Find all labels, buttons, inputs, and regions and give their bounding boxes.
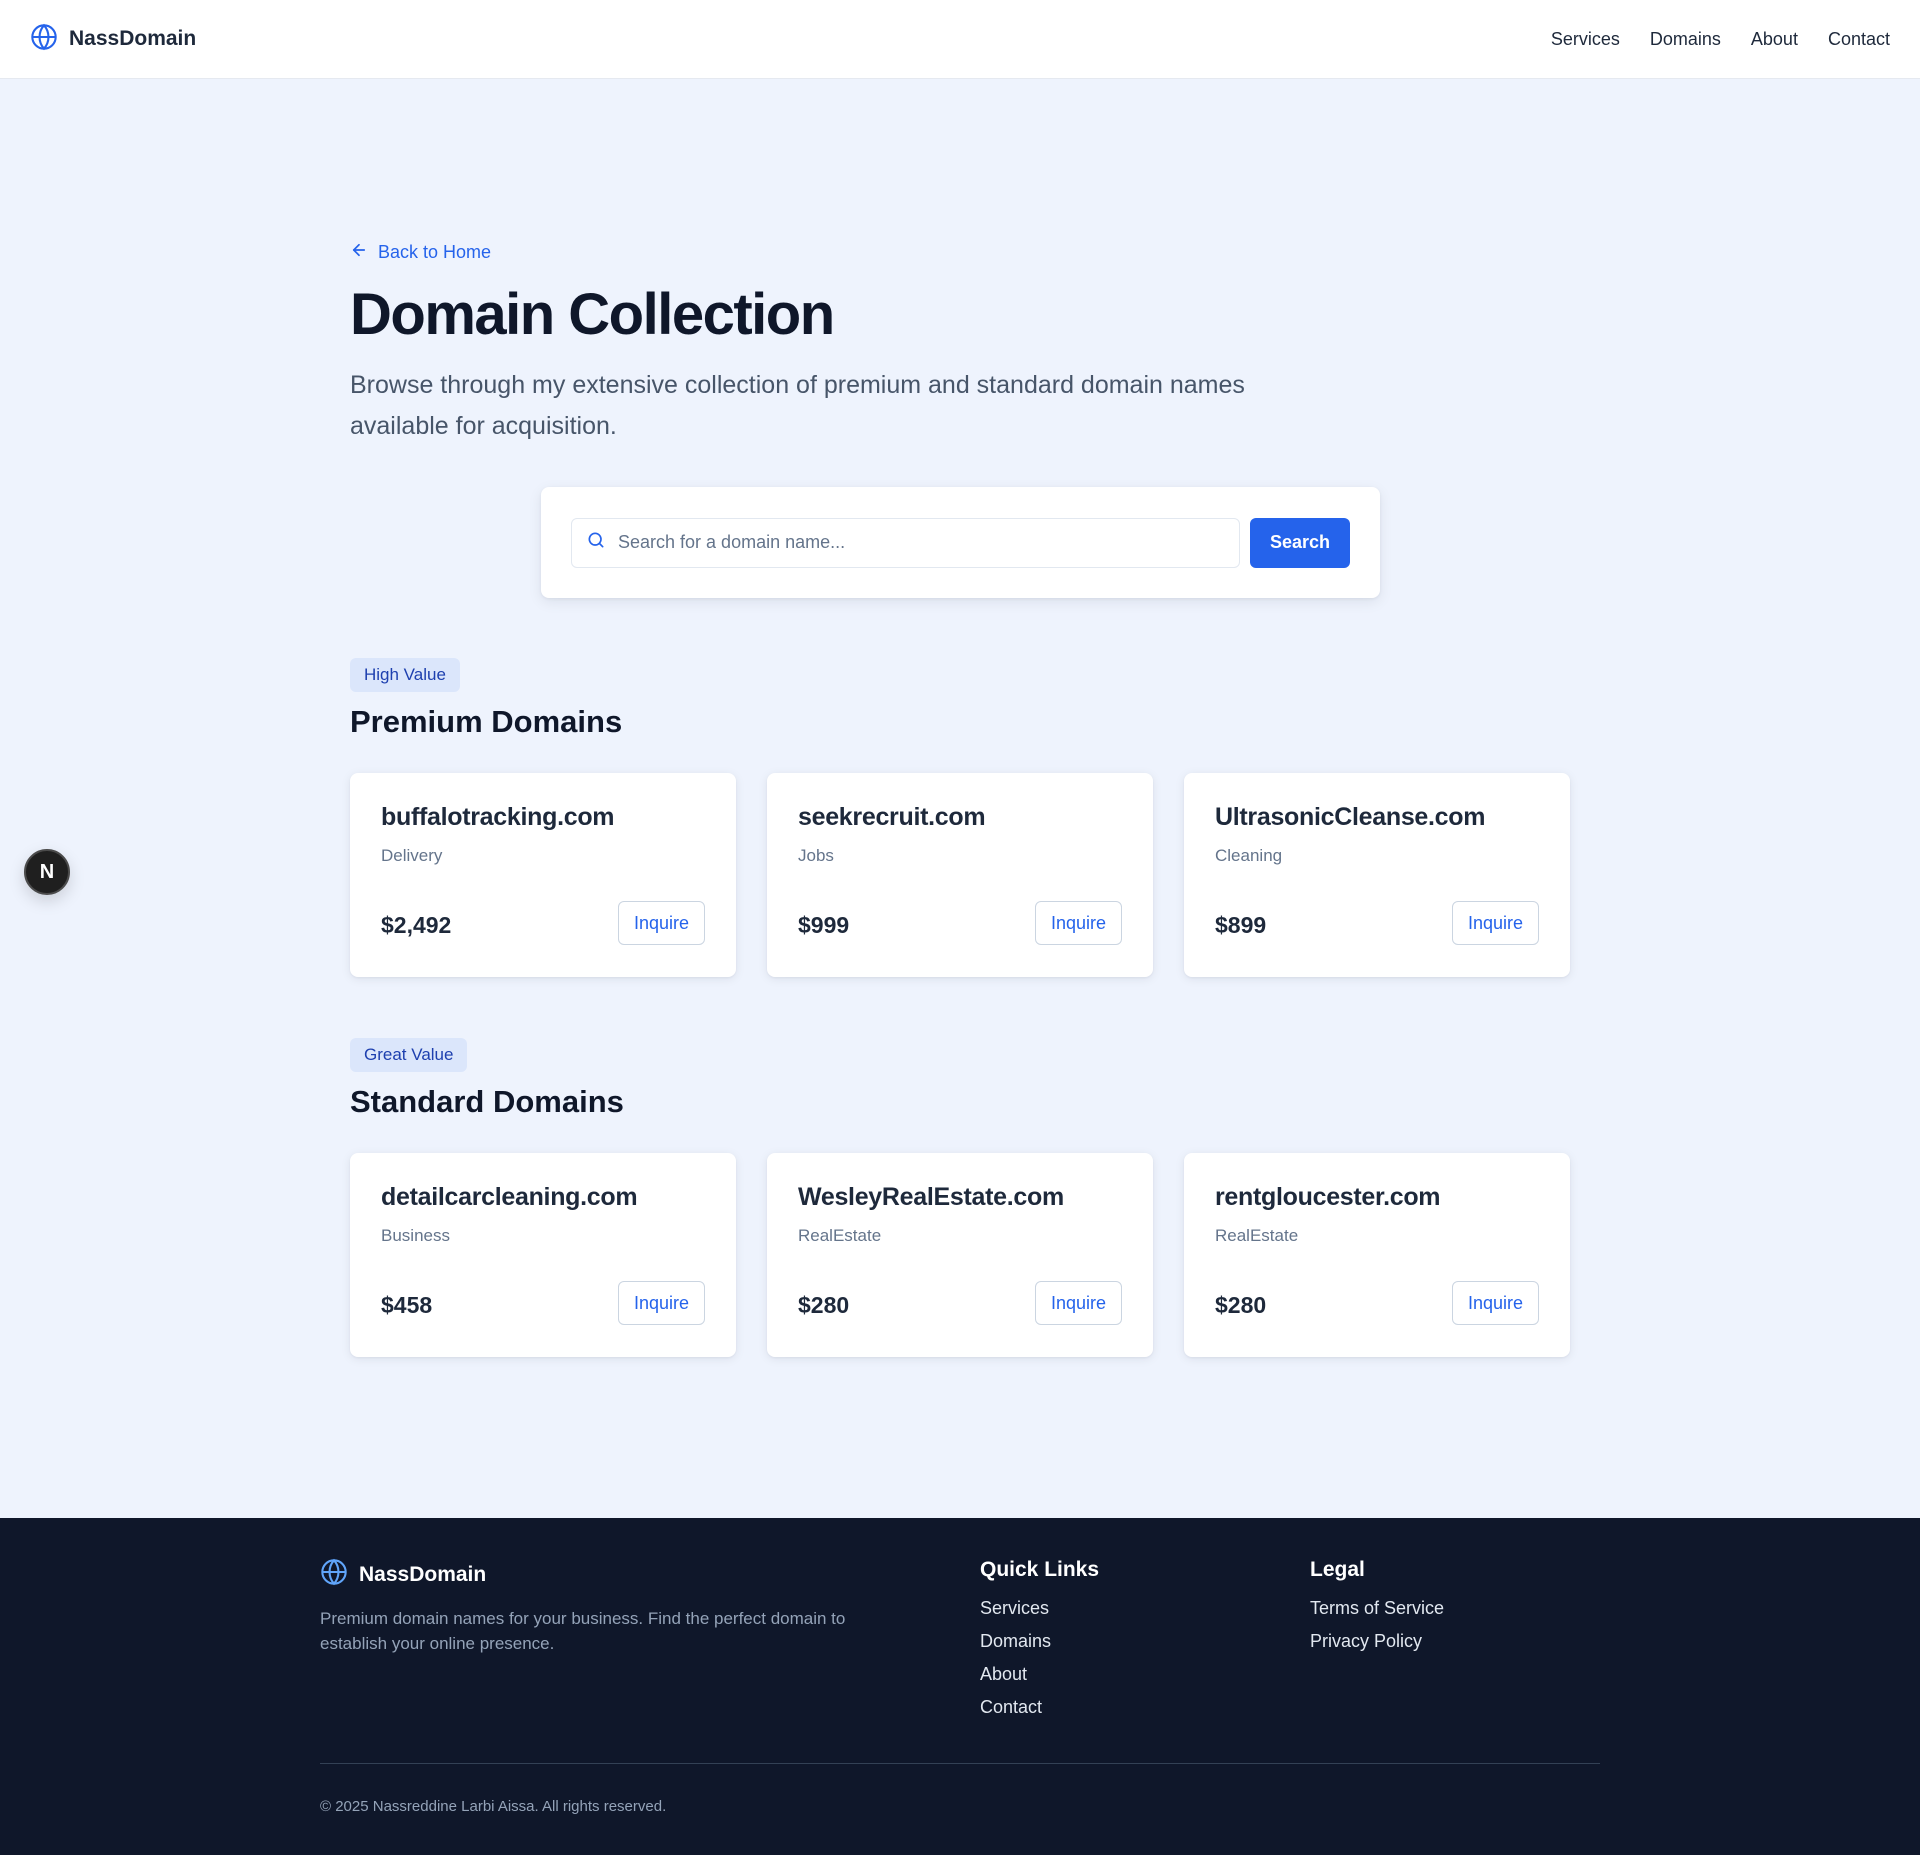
globe-icon: [320, 1558, 348, 1591]
footer-link-domains[interactable]: Domains: [980, 1631, 1099, 1652]
page-title: Domain Collection: [350, 282, 835, 347]
search-card: Search: [541, 487, 1380, 598]
brand[interactable]: NassDomain: [30, 23, 196, 56]
brand-name: NassDomain: [69, 27, 197, 50]
footer-link-about[interactable]: About: [980, 1664, 1099, 1685]
domain-price: $280: [798, 1292, 850, 1318]
inquire-button[interactable]: Inquire: [1451, 901, 1539, 945]
domain-name: UltrasonicCleanse.com: [1215, 803, 1486, 831]
premium-cards: buffalotracking.com Delivery $2,492 Inqu…: [350, 773, 1570, 977]
domain-card: detailcarcleaning.com Business $458 Inqu…: [350, 1153, 736, 1357]
standard-cards: detailcarcleaning.com Business $458 Inqu…: [350, 1153, 1570, 1357]
standard-title: Standard Domains: [350, 1084, 624, 1119]
inquire-button[interactable]: Inquire: [1034, 901, 1122, 945]
nav-domains[interactable]: Domains: [1650, 29, 1721, 50]
domain-card: buffalotracking.com Delivery $2,492 Inqu…: [350, 773, 736, 977]
back-link-label: Back to Home: [378, 242, 492, 262]
domain-price: $999: [798, 912, 850, 938]
quick-links-title: Quick Links: [980, 1558, 1100, 1581]
domain-name: WesleyRealEstate.com: [798, 1183, 1064, 1211]
footer-divider: [320, 1763, 1600, 1764]
domain-name: buffalotracking.com: [381, 803, 615, 831]
inquire-button[interactable]: Inquire: [617, 901, 705, 945]
domain-name: seekrecruit.com: [798, 803, 986, 831]
arrow-left-icon: [350, 241, 368, 264]
footer-legal: Legal Terms of Service Privacy Policy: [1310, 1558, 1444, 1664]
domain-card: WesleyRealEstate.com RealEstate $280 Inq…: [767, 1153, 1153, 1357]
premium-title: Premium Domains: [350, 704, 623, 739]
inquire-button[interactable]: Inquire: [1034, 1281, 1122, 1325]
domain-category: Business: [381, 1226, 450, 1245]
domain-price: $2,492: [381, 912, 452, 938]
premium-badge: High Value: [350, 658, 460, 692]
footer-brand-name: NassDomain: [359, 1562, 487, 1586]
standard-section: Great Value Standard Domains detailcarcl…: [350, 1038, 1570, 1357]
domain-card: rentgloucester.com RealEstate $280 Inqui…: [1184, 1153, 1570, 1357]
domain-category: RealEstate: [1215, 1226, 1299, 1245]
domain-category: Cleaning: [1215, 846, 1283, 865]
domain-name: detailcarcleaning.com: [381, 1183, 638, 1211]
footer-brand[interactable]: NassDomain: [320, 1558, 486, 1591]
floating-n-button[interactable]: N: [24, 849, 70, 895]
footer-quick-links: Quick Links Services Domains About Conta…: [980, 1558, 1099, 1730]
footer-link-terms[interactable]: Terms of Service: [1310, 1598, 1444, 1619]
domain-card: UltrasonicCleanse.com Cleaning $899 Inqu…: [1184, 773, 1570, 977]
domain-card: seekrecruit.com Jobs $999 Inquire: [767, 773, 1153, 977]
back-to-home-link[interactable]: Back to Home: [350, 241, 491, 264]
inquire-button[interactable]: Inquire: [1451, 1281, 1539, 1325]
inquire-button[interactable]: Inquire: [617, 1281, 705, 1325]
standard-badge: Great Value: [350, 1038, 468, 1072]
globe-icon: [30, 23, 58, 56]
site-header: NassDomain Services Domains About Contac…: [0, 0, 1920, 79]
copyright: © 2025 Nassreddine Larbi Aissa. All righ…: [320, 1798, 667, 1815]
footer-link-services[interactable]: Services: [980, 1598, 1099, 1619]
domain-price: $458: [381, 1292, 433, 1318]
legal-title: Legal: [1310, 1558, 1365, 1581]
domain-price: $280: [1215, 1292, 1267, 1318]
domain-category: RealEstate: [798, 1226, 882, 1245]
domain-category: Jobs: [798, 846, 834, 865]
nav-about[interactable]: About: [1751, 29, 1798, 50]
footer-link-privacy[interactable]: Privacy Policy: [1310, 1631, 1444, 1652]
search-field: [571, 517, 1240, 568]
main-nav: Services Domains About Contact: [1551, 29, 1890, 50]
site-footer: NassDomain Premium domain names for your…: [0, 1518, 1920, 1855]
search-icon: [586, 530, 606, 555]
search-input[interactable]: [618, 532, 1225, 553]
page-description: Browse through my extensive collection o…: [350, 371, 1245, 440]
domain-category: Delivery: [381, 846, 443, 865]
premium-section: High Value Premium Domains buffalotracki…: [350, 658, 1570, 977]
footer-link-contact[interactable]: Contact: [980, 1697, 1099, 1718]
search-button[interactable]: Search: [1250, 517, 1350, 568]
domain-price: $899: [1215, 912, 1267, 938]
nav-contact[interactable]: Contact: [1828, 29, 1890, 50]
footer-description: Premium domain names for your business. …: [320, 1609, 846, 1653]
nav-services[interactable]: Services: [1551, 29, 1620, 50]
domain-name: rentgloucester.com: [1215, 1183, 1441, 1211]
